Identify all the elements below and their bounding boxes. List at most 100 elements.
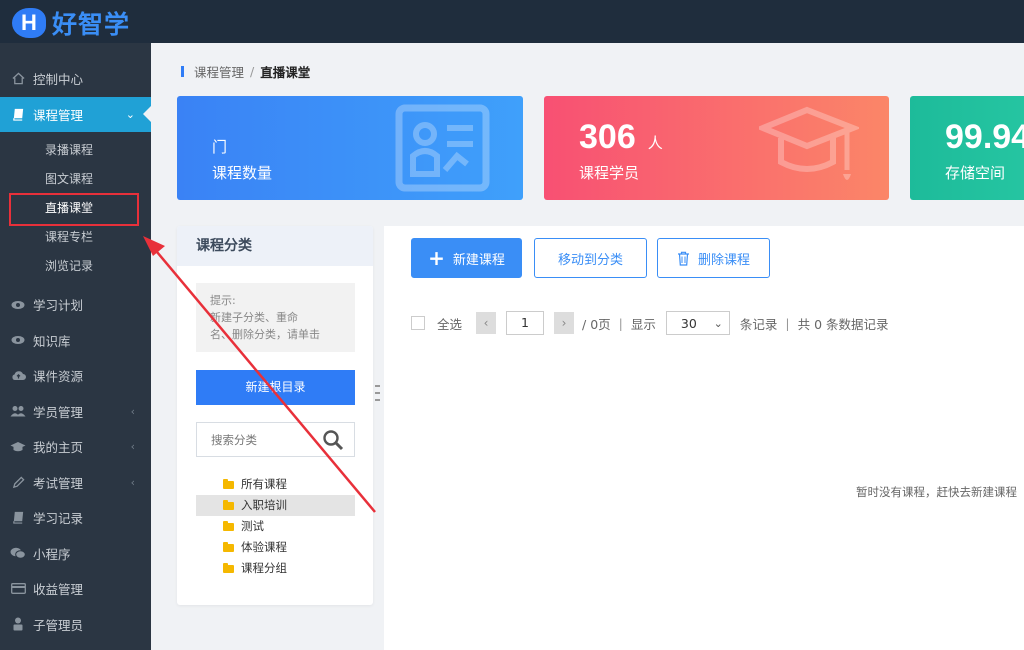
graduation-cap-icon — [759, 106, 859, 180]
show-label: 显示 — [630, 316, 656, 332]
app-name: 好智学 — [52, 10, 131, 39]
tree-item[interactable]: 课程分组 — [196, 558, 355, 579]
stat-label: 课程数量 — [212, 164, 273, 182]
sidebar-item-my-homepage[interactable]: 我的主页 ‹ — [0, 429, 151, 465]
submenu-item-browse-history[interactable]: 浏览记录 — [0, 252, 151, 281]
sidebar-item-label: 课程管理 — [33, 107, 84, 123]
select-all-checkbox[interactable] — [411, 316, 425, 330]
annotation-highlight-box — [9, 193, 139, 226]
sidebar-item-study-plan[interactable]: 学习计划 — [0, 287, 151, 323]
sidebar-item-study-records[interactable]: 学习记录 — [0, 500, 151, 536]
category-search-input[interactable] — [197, 423, 317, 456]
eye-icon — [10, 297, 26, 313]
graduation-cap-icon — [10, 439, 26, 455]
move-to-category-button[interactable]: 移动到分类 — [534, 238, 647, 278]
select-all-label: 全选 — [437, 316, 463, 332]
sidebar-item-student-management[interactable]: 学员管理 ‹ — [0, 394, 151, 430]
stat-card-course-count: 门 课程数量 — [177, 96, 523, 200]
user-lock-icon — [10, 616, 26, 632]
app-logo[interactable]: H 好智学 — [12, 5, 130, 41]
total-records: 共 0 条数据记录 — [797, 316, 889, 332]
breadcrumb-separator: / — [250, 64, 255, 79]
sidebar-item-label: 学习计划 — [33, 298, 84, 314]
stat-value: 99.94 — [945, 118, 1024, 156]
category-search — [196, 422, 355, 457]
stat-value: 306 人 — [579, 118, 663, 156]
empty-state-message: 暂时没有课程，赶快去新建课程 — [856, 485, 1017, 499]
delete-course-button[interactable]: 删除课程 — [657, 238, 770, 278]
top-bar: H 好智学 — [0, 0, 1024, 43]
tree-item[interactable]: 测试 — [196, 516, 355, 537]
tree-item[interactable]: 体验课程 — [196, 537, 355, 558]
category-tip: 提示: 新建子分类、重命 名、删除分类，请单击 — [196, 283, 355, 352]
breadcrumb-current: 直播课堂 — [260, 65, 311, 80]
page-number-input[interactable]: 1 — [506, 311, 545, 335]
new-course-button[interactable]: + 新建课程 — [411, 238, 522, 278]
folder-icon — [223, 562, 234, 573]
course-list-panel: + 新建课程 移动到分类 删除课程 全选 ‹ 1 › / 0页 | 显示 30 — [384, 226, 1024, 650]
sidebar-item-sub-admins[interactable]: 子管理员 — [0, 607, 151, 643]
submenu-item-recorded-courses[interactable]: 录播课程 — [0, 136, 151, 165]
search-icon[interactable] — [322, 429, 344, 451]
folder-icon — [223, 520, 234, 531]
folder-icon — [223, 499, 234, 510]
stat-card-storage: 99.94 存储空间 — [910, 96, 1024, 200]
main-content: 课程管理 / 直播课堂 门 课程数量 306 人 课程学员 99.94 存储空间… — [151, 43, 1024, 650]
new-root-category-button[interactable]: 新建根目录 — [196, 370, 355, 405]
sidebar-item-label: 我的主页 — [33, 440, 84, 456]
stat-label: 课程学员 — [579, 164, 640, 182]
category-tree: 所有课程 入职培训 测试 体验课程 课程分组 — [196, 474, 355, 579]
pagination-bar: 全选 ‹ 1 › / 0页 | 显示 30 ⌄ 条记录 | 共 0 条数据记录 — [411, 311, 889, 335]
users-icon — [10, 403, 26, 419]
breadcrumb-parent[interactable]: 课程管理 — [194, 62, 244, 81]
certificate-icon — [395, 104, 490, 192]
tree-item[interactable]: 所有课程 — [196, 474, 355, 495]
total-pages: / 0页 — [582, 316, 611, 332]
sidebar-item-label: 小程序 — [33, 546, 71, 562]
prev-page-button[interactable]: ‹ — [476, 312, 497, 334]
plus-icon: + — [428, 246, 445, 270]
eye-icon — [10, 332, 26, 348]
sidebar-item-mini-program[interactable]: 小程序 — [0, 536, 151, 572]
sidebar-item-knowledge-base[interactable]: 知识库 — [0, 323, 151, 359]
submenu-item-course-columns[interactable]: 课程专栏 — [0, 223, 151, 252]
stat-label: 存储空间 — [945, 164, 1006, 182]
panel-resize-handle[interactable] — [375, 385, 380, 401]
tree-item[interactable]: 入职培训 — [196, 495, 355, 516]
sidebar-item-control-center[interactable]: 控制中心 — [0, 61, 151, 97]
sidebar-item-course-management[interactable]: 课程管理 ⌄ — [0, 96, 151, 132]
home-icon — [10, 71, 26, 87]
sidebar-item-exam-management[interactable]: 考试管理 ‹ — [0, 465, 151, 501]
submenu-item-article-courses[interactable]: 图文课程 — [0, 165, 151, 194]
chat-icon — [10, 545, 26, 561]
sidebar-item-label: 学员管理 — [33, 404, 84, 420]
category-panel-title: 课程分类 — [177, 226, 373, 266]
next-page-button[interactable]: › — [554, 312, 575, 334]
chevron-down-icon: ⌄ — [125, 107, 135, 121]
per-page-select[interactable]: 30 ⌄ — [665, 311, 730, 335]
chevron-down-icon: ⌄ — [713, 316, 723, 330]
sidebar-item-revenue-management[interactable]: 收益管理 — [0, 571, 151, 607]
stat-card-course-students: 306 人 课程学员 — [544, 96, 889, 200]
sidebar-item-label: 课件资源 — [33, 369, 84, 385]
sidebar-item-label: 收益管理 — [33, 582, 84, 598]
sidebar-item-label: 控制中心 — [33, 72, 84, 88]
folder-icon — [223, 478, 234, 489]
sidebar-item-label: 学习记录 — [33, 511, 84, 527]
stat-unit: 人 — [647, 135, 663, 152]
sidebar-item-label: 子管理员 — [33, 617, 84, 633]
logo-badge: H — [12, 8, 46, 38]
sidebar-item-label: 考试管理 — [33, 475, 84, 491]
chevron-left-icon: ‹ — [130, 440, 135, 454]
sidebar-item-label: 知识库 — [33, 333, 71, 349]
stat-value: 门 — [212, 139, 228, 156]
category-panel: 课程分类 提示: 新建子分类、重命 名、删除分类，请单击 新建根目录 所有课程 … — [177, 226, 373, 605]
book-icon — [10, 106, 26, 122]
chevron-left-icon: ‹ — [130, 475, 135, 489]
records-suffix: 条记录 — [739, 316, 778, 332]
sidebar-item-courseware[interactable]: 课件资源 — [0, 358, 151, 394]
cloud-upload-icon — [10, 368, 26, 384]
card-icon — [10, 581, 26, 597]
book-icon — [10, 510, 26, 526]
folder-icon — [223, 541, 234, 552]
